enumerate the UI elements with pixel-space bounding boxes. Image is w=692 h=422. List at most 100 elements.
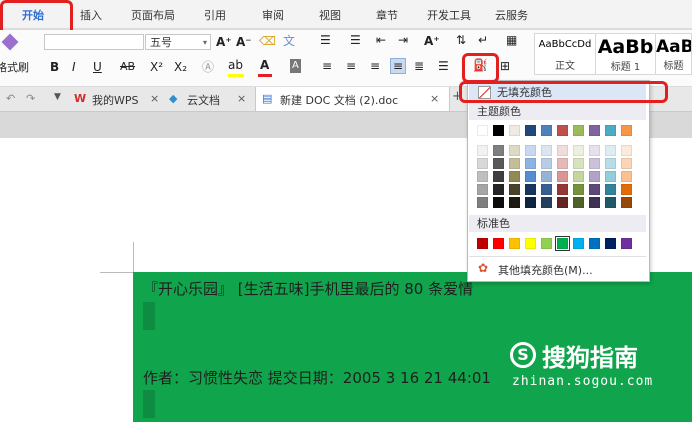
subscript-button[interactable]: X₂ (174, 60, 187, 74)
theme-shade-swatch[interactable] (525, 197, 536, 208)
show-marks-icon[interactable]: ↵ (478, 33, 488, 47)
increase-indent-icon[interactable]: ⇥ (398, 33, 408, 47)
justify-icon[interactable]: ≡ (390, 58, 407, 74)
theme-shade-swatch[interactable] (573, 171, 584, 182)
tab-chapter[interactable]: 章节 (376, 7, 398, 23)
theme-color-swatch[interactable] (525, 125, 536, 136)
standard-color-swatch[interactable] (477, 238, 488, 249)
theme-shade-swatch[interactable] (509, 171, 520, 182)
tab-current-doc-label[interactable]: 新建 DOC 文档 (2).doc (280, 92, 398, 108)
more-fill-colors-item[interactable]: 其他填充颜色(M)... (498, 262, 593, 278)
format-painter-label[interactable]: 格式刷 (0, 61, 29, 75)
highlight-icon[interactable]: ab (228, 58, 243, 72)
theme-shade-swatch[interactable] (525, 171, 536, 182)
theme-shade-swatch[interactable] (621, 184, 632, 195)
theme-shade-swatch[interactable] (621, 145, 632, 156)
theme-shade-swatch[interactable] (557, 171, 568, 182)
theme-color-swatch[interactable] (621, 125, 632, 136)
theme-color-swatch[interactable] (541, 125, 552, 136)
line-spacing-icon[interactable]: ☰ (438, 59, 449, 73)
tab-view[interactable]: 视图 (319, 7, 341, 23)
theme-shade-swatch[interactable] (589, 145, 600, 156)
font-shrink-button[interactable]: A⁻ (236, 35, 252, 49)
theme-shade-swatch[interactable] (477, 171, 488, 182)
tab-review[interactable]: 审阅 (262, 7, 284, 23)
theme-color-swatch[interactable] (557, 125, 568, 136)
style-heading[interactable]: AaB 标题 (656, 33, 692, 75)
style-normal[interactable]: AaBbCcDd 正文 (534, 33, 596, 75)
standard-color-swatch[interactable] (573, 238, 584, 249)
standard-color-swatch[interactable] (605, 238, 616, 249)
char-shading-icon[interactable]: A (290, 59, 301, 73)
theme-shade-swatch[interactable] (541, 197, 552, 208)
theme-shade-swatch[interactable] (621, 171, 632, 182)
theme-shade-swatch[interactable] (605, 171, 616, 182)
tab-page-layout[interactable]: 页面布局 (131, 7, 175, 23)
theme-shade-swatch[interactable] (541, 184, 552, 195)
doc-line-title[interactable]: 『开心乐园』 [生活五味]手机里最后的 80 条爱情 (143, 278, 473, 299)
font-size-combo[interactable]: 五号 ▾ (145, 34, 211, 50)
theme-shade-swatch[interactable] (509, 184, 520, 195)
bullet-list-icon[interactable]: ☰ (320, 33, 331, 47)
theme-shade-swatch[interactable] (605, 197, 616, 208)
standard-color-swatch[interactable] (621, 238, 632, 249)
decrease-indent-icon[interactable]: ⇤ (376, 33, 386, 47)
theme-shade-swatch[interactable] (477, 197, 488, 208)
theme-shade-swatch[interactable] (493, 197, 504, 208)
standard-color-swatch[interactable] (509, 238, 520, 249)
theme-shade-swatch[interactable] (477, 145, 488, 156)
theme-shade-swatch[interactable] (589, 158, 600, 169)
theme-color-swatch[interactable] (477, 125, 488, 136)
strikethrough-button[interactable]: AB (120, 60, 135, 74)
align-left-icon[interactable]: ≡ (322, 59, 332, 73)
theme-shade-swatch[interactable] (541, 158, 552, 169)
font-color-icon[interactable]: A (260, 58, 269, 72)
sort-icon[interactable]: ⇅ (456, 33, 466, 47)
theme-shade-swatch[interactable] (541, 145, 552, 156)
standard-color-swatch[interactable] (541, 238, 552, 249)
tab-cloud-docs[interactable]: 云文档 (187, 92, 220, 108)
theme-shade-swatch[interactable] (525, 158, 536, 169)
theme-shade-swatch[interactable] (589, 197, 600, 208)
theme-color-swatch[interactable] (573, 125, 584, 136)
undo-icon[interactable]: ↶ (6, 92, 15, 105)
text-direction-icon[interactable]: A⁺ (424, 34, 440, 48)
table-borders-icon[interactable]: ▦ (506, 33, 517, 47)
underline-button[interactable]: U (93, 60, 102, 74)
theme-shade-swatch[interactable] (573, 197, 584, 208)
theme-shade-swatch[interactable] (573, 145, 584, 156)
chevron-down-icon[interactable]: ▼ (54, 92, 61, 102)
theme-shade-swatch[interactable] (493, 171, 504, 182)
theme-shade-swatch[interactable] (589, 184, 600, 195)
italic-button[interactable]: I (72, 60, 76, 74)
theme-shade-swatch[interactable] (573, 158, 584, 169)
theme-shade-swatch[interactable] (525, 145, 536, 156)
standard-color-swatch[interactable] (525, 238, 536, 249)
theme-shade-swatch[interactable] (477, 158, 488, 169)
theme-shade-swatch[interactable] (525, 184, 536, 195)
theme-color-swatch[interactable] (605, 125, 616, 136)
theme-shade-swatch[interactable] (493, 145, 504, 156)
theme-shade-swatch[interactable] (557, 197, 568, 208)
theme-shade-swatch[interactable] (605, 145, 616, 156)
theme-color-swatch[interactable] (493, 125, 504, 136)
close-icon[interactable]: × (237, 92, 246, 105)
tab-insert[interactable]: 插入 (80, 7, 102, 23)
theme-color-swatch[interactable] (589, 125, 600, 136)
theme-shade-swatch[interactable] (573, 184, 584, 195)
theme-shade-swatch[interactable] (509, 197, 520, 208)
theme-shade-swatch[interactable] (541, 171, 552, 182)
style-heading1[interactable]: AaBb 标题 1 (596, 33, 656, 75)
standard-color-swatch[interactable] (555, 236, 570, 251)
theme-shade-swatch[interactable] (493, 158, 504, 169)
theme-shade-swatch[interactable] (557, 158, 568, 169)
numbered-list-icon[interactable]: ☰ (350, 33, 361, 47)
font-grow-button[interactable]: A⁺ (216, 35, 232, 49)
phonetic-guide-button[interactable]: 文 (283, 34, 295, 48)
close-icon[interactable]: × (430, 92, 439, 105)
theme-shade-swatch[interactable] (605, 158, 616, 169)
theme-shade-swatch[interactable] (621, 158, 632, 169)
border-icon[interactable]: ⊞ (500, 59, 510, 73)
text-effect-icon[interactable]: Ⓐ (202, 60, 214, 74)
bold-button[interactable]: B (50, 60, 59, 74)
